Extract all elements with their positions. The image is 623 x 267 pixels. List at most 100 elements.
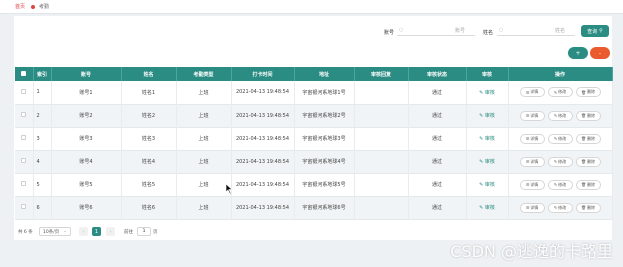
cell-index: 1 bbox=[33, 81, 52, 104]
cell-address: 宇宙银河系地球1号 bbox=[294, 81, 355, 104]
cell-status: 通过 bbox=[408, 104, 467, 127]
edit-button[interactable]: ✎ 修改 bbox=[547, 156, 573, 167]
document-icon: ☰ bbox=[525, 159, 530, 164]
cell-account: 账号1 bbox=[51, 81, 122, 104]
row-checkbox[interactable] bbox=[15, 150, 34, 173]
plus-icon: + bbox=[575, 49, 581, 57]
header-address: 地址 bbox=[294, 67, 355, 81]
edit-label: 修改 bbox=[558, 112, 567, 118]
cell-time: 2021-04-13 19:48:54 bbox=[231, 173, 295, 196]
delete-button[interactable]: 🗑 删除 bbox=[575, 179, 601, 190]
row-checkbox[interactable] bbox=[15, 127, 34, 150]
audit-link[interactable]: ✎ 审核 bbox=[479, 113, 495, 119]
cell-index: 6 bbox=[33, 196, 52, 219]
cell-account: 账号3 bbox=[51, 127, 122, 150]
delete-button[interactable]: 🗑 删除 bbox=[575, 110, 601, 121]
detail-label: 详情 bbox=[530, 135, 539, 141]
detail-button[interactable]: ☰ 详情 bbox=[519, 156, 545, 167]
name-placeholder: 姓名 bbox=[554, 27, 565, 34]
cell-address: 宇宙银河系地球3号 bbox=[294, 127, 355, 150]
detail-button[interactable]: ☰ 详情 bbox=[519, 202, 545, 213]
pagination-total: 共 6 条 bbox=[18, 230, 33, 235]
cell-type: 上班 bbox=[176, 104, 232, 127]
edit-icon: ✎ bbox=[553, 89, 558, 95]
cell-time: 2021-04-13 19:48:54 bbox=[231, 196, 295, 219]
delete-label: 删除 bbox=[587, 181, 596, 187]
checkbox-icon bbox=[21, 181, 27, 186]
detail-label: 详情 bbox=[530, 181, 539, 187]
page-size-select[interactable]: 10条/页 ⌄ bbox=[39, 227, 71, 236]
detail-label: 详情 bbox=[530, 89, 539, 95]
audit-link[interactable]: ✎ 审核 bbox=[479, 205, 495, 211]
audit-label: 审核 bbox=[484, 182, 495, 188]
detail-button[interactable]: ☰ 详情 bbox=[519, 179, 545, 190]
next-page-button[interactable]: › bbox=[106, 227, 115, 236]
row-checkbox[interactable] bbox=[15, 173, 34, 196]
cell-ops: ☰ 详情 ✎ 修改 🗑 删除 bbox=[508, 81, 613, 104]
page-number-button[interactable]: 1 bbox=[92, 227, 101, 236]
delete-label: 删除 bbox=[587, 135, 596, 141]
select-all-checkbox[interactable] bbox=[15, 67, 34, 81]
audit-link[interactable]: ✎ 审核 bbox=[479, 182, 495, 188]
edit-button[interactable]: ✎ 修改 bbox=[547, 110, 573, 121]
delete-button[interactable]: 🗑 删除 bbox=[575, 156, 601, 167]
cell-ops: ☰ 详情 ✎ 修改 🗑 删除 bbox=[508, 150, 613, 173]
search-button[interactable]: 查询 ⚲ bbox=[581, 25, 609, 37]
chevron-left-icon: ‹ bbox=[82, 228, 85, 235]
document-icon: ☰ bbox=[525, 136, 530, 141]
cell-name: 姓名6 bbox=[121, 196, 177, 219]
cell-status: 通过 bbox=[408, 127, 467, 150]
table-row: 5 账号5 姓名5 上班 2021-04-13 19:48:54 宇宙银河系地球5号 通过 ✎… bbox=[15, 173, 613, 196]
audit-link[interactable]: ✎ 审核 bbox=[479, 90, 495, 96]
cell-name: 姓名4 bbox=[121, 150, 177, 173]
table-row: 6 账号6 姓名6 上班 2021-04-13 19:48:54 宇宙银河系地球6号 通过 ✎… bbox=[15, 196, 613, 219]
batch-delete-button[interactable]: - bbox=[590, 47, 610, 59]
edit-button[interactable]: ✎ 修改 bbox=[547, 87, 573, 98]
cell-reply bbox=[354, 104, 409, 127]
edit-icon: ✎ bbox=[553, 113, 558, 118]
edit-button[interactable]: ✎ 修改 bbox=[547, 133, 573, 144]
edit-button[interactable]: ✎ 修改 bbox=[547, 179, 573, 190]
name-label: 姓名 bbox=[483, 29, 494, 36]
minus-icon: - bbox=[598, 49, 602, 57]
header-time: 打卡时间 bbox=[231, 67, 295, 81]
checkbox-icon bbox=[21, 135, 27, 140]
cell-audit: ✎ 审核 bbox=[466, 150, 509, 173]
edit-button[interactable]: ✎ 修改 bbox=[547, 202, 573, 213]
delete-button[interactable]: 🗑 删除 bbox=[575, 202, 601, 213]
detail-button[interactable]: ☰ 详情 bbox=[519, 133, 545, 144]
delete-label: 删除 bbox=[587, 204, 596, 210]
name-input[interactable]: ○ 姓名 bbox=[497, 25, 575, 36]
search-field-icon: ○ bbox=[499, 27, 504, 33]
audit-label: 审核 bbox=[484, 136, 495, 142]
goto-page-input[interactable]: 1 bbox=[137, 227, 151, 236]
row-checkbox[interactable] bbox=[15, 81, 34, 104]
detail-button[interactable]: ☰ 详情 bbox=[519, 87, 545, 98]
detail-button[interactable]: ☰ 详情 bbox=[519, 110, 545, 121]
cell-address: 宇宙银河系地球2号 bbox=[294, 104, 355, 127]
audit-link[interactable]: ✎ 审核 bbox=[479, 136, 495, 142]
trash-icon: 🗑 bbox=[580, 182, 587, 187]
edit-label: 修改 bbox=[558, 204, 567, 210]
table-row: 2 账号2 姓名2 上班 2021-04-13 19:48:54 宇宙银河系地球2号 通过 ✎… bbox=[15, 104, 613, 127]
audit-link[interactable]: ✎ 审核 bbox=[479, 159, 495, 165]
breadcrumb-home[interactable]: 首页 bbox=[15, 3, 25, 10]
row-checkbox[interactable] bbox=[15, 196, 34, 219]
row-checkbox[interactable] bbox=[15, 104, 34, 127]
account-input[interactable]: ○ 账号 bbox=[397, 25, 475, 36]
delete-button[interactable]: 🗑 删除 bbox=[575, 133, 601, 144]
cell-account: 账号4 bbox=[51, 150, 122, 173]
account-label: 账号 bbox=[384, 29, 395, 36]
cell-ops: ☰ 详情 ✎ 修改 🗑 删除 bbox=[508, 196, 613, 219]
cell-type: 上班 bbox=[176, 127, 232, 150]
prev-page-button[interactable]: ‹ bbox=[79, 227, 88, 236]
cell-time: 2021-04-13 19:48:54 bbox=[231, 127, 295, 150]
audit-label: 审核 bbox=[484, 113, 495, 119]
table-header-row: 索引 账号 姓名 考勤类型 打卡时间 地址 审核回复 审核状态 审核 操作 bbox=[15, 67, 613, 81]
trash-icon: 🗑 bbox=[580, 136, 587, 141]
delete-button[interactable]: 🗑 删除 bbox=[575, 87, 601, 98]
cell-status: 通过 bbox=[408, 173, 467, 196]
search-button-label: 查询 bbox=[587, 28, 598, 35]
add-button[interactable]: + bbox=[568, 47, 588, 59]
detail-label: 详情 bbox=[530, 204, 539, 210]
